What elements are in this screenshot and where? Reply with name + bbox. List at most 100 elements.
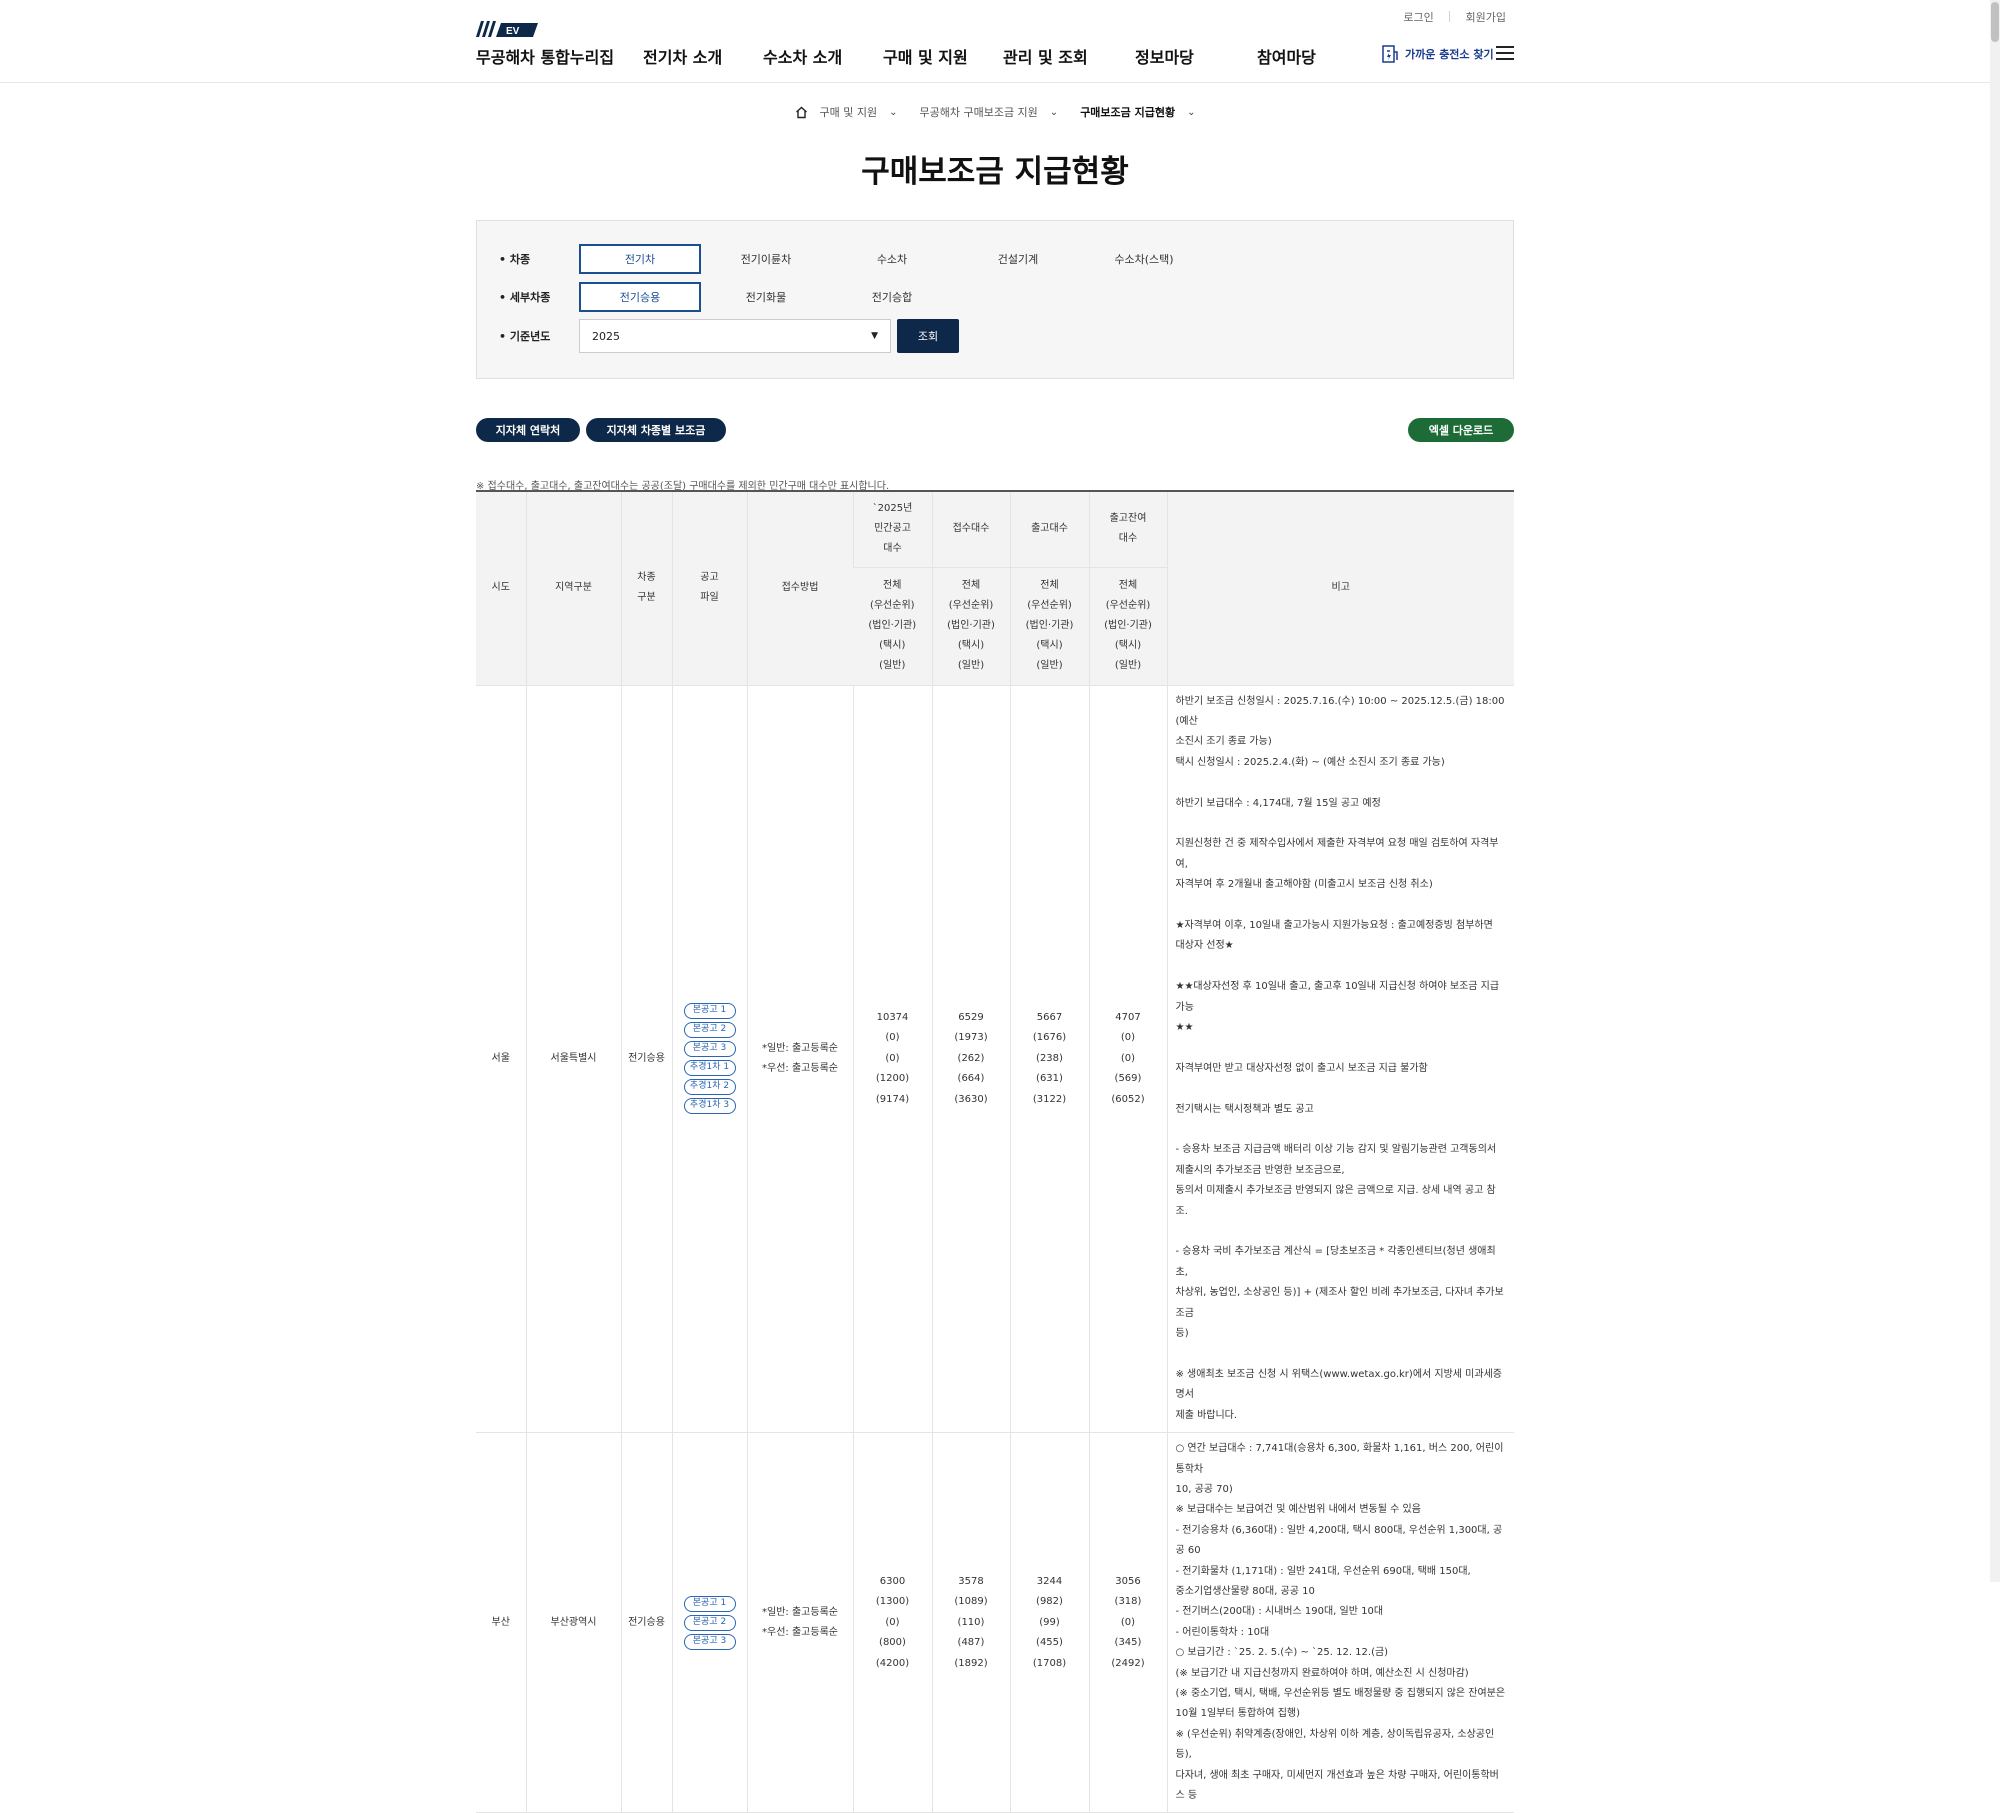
cell-sido: 서울: [476, 685, 526, 1434]
nav-ev-intro[interactable]: 전기차 소개: [643, 44, 763, 68]
site-name[interactable]: 무공해차 통합누리집: [476, 44, 614, 68]
option-passenger[interactable]: 전기승용: [579, 282, 701, 312]
search-button[interactable]: 조회: [897, 319, 959, 353]
sub-type-row: • 세부차종 전기승용 전기화물 전기승합: [499, 282, 957, 312]
year-select[interactable]: 2025 ▼: [579, 319, 891, 353]
count-value: 10374: [876, 1011, 909, 1023]
count-value: 4707: [1115, 1011, 1141, 1023]
notice-file-button[interactable]: 본공고 1: [683, 1595, 736, 1612]
ev-logo-icon[interactable]: EV: [476, 21, 538, 37]
notice-file-button[interactable]: 본공고 3: [683, 1041, 736, 1058]
region-subsidy-button[interactable]: 지자체 차종별 보조금: [586, 418, 726, 442]
cell-method: *일반: 출고등록순 *우선: 출고등록순: [746, 1432, 853, 1813]
logo-badge: EV: [506, 26, 520, 37]
header-region: 지역구분: [525, 490, 621, 686]
notice-file-button[interactable]: 본공고 3: [683, 1633, 736, 1650]
cell-remaining: 3056 (318) (0) (345) (2492): [1088, 1432, 1167, 1813]
header-notice-count: `2025년 민간공고 대수: [852, 490, 932, 568]
charger-finder-link[interactable]: 가까운 충전소 찾기: [1381, 44, 1494, 64]
notice-file-button[interactable]: 추경1차 1: [683, 1060, 736, 1077]
year-label: • 기준년도: [499, 330, 551, 343]
page-scrollbar[interactable]: [1990, 0, 2000, 1582]
cell-files: 본공고 1 본공고 2 본공고 3 추경1차 1 추경1차 2 추경1차 3: [671, 685, 747, 1434]
breadcrumb: 구매 및 지원 ⌄ 무공해차 구매보조금 지원 ⌄ 구매보조금 지급현황 ⌄: [0, 104, 1990, 120]
breadcrumb-current[interactable]: 구매보조금 지급현황: [1080, 104, 1175, 120]
excel-download-button[interactable]: 엑셀 다운로드: [1408, 418, 1514, 442]
chevron-down-icon[interactable]: ⌄: [1187, 107, 1195, 118]
option-van[interactable]: 전기승합: [831, 282, 953, 312]
option-construction[interactable]: 건설기계: [957, 244, 1079, 274]
cell-received: 6529 (1973) (262) (664) (3630): [931, 685, 1010, 1434]
subheader-notice: 전체 (우선순위) (법인·기관) (택시) (일반): [853, 567, 932, 686]
hamburger-menu-icon[interactable]: [1496, 46, 1514, 60]
count-value: (238): [1036, 1052, 1063, 1064]
option-cargo[interactable]: 전기화물: [705, 282, 827, 312]
chevron-down-icon[interactable]: ⌄: [1050, 107, 1058, 118]
count-value: (345): [1114, 1637, 1142, 1649]
search-panel: • 차종 전기차 전기이륜차 수소차 건설기계 수소차(스택) • 세부차종 전…: [476, 220, 1514, 379]
count-value: (455): [1036, 1637, 1063, 1649]
header-remark: 비고: [1166, 490, 1514, 686]
region-contact-button[interactable]: 지자체 연락처: [476, 418, 580, 442]
count-value: (3122): [1032, 1093, 1067, 1105]
count-value: (318): [1114, 1596, 1142, 1608]
notice-file-button[interactable]: 본공고 2: [683, 1022, 736, 1039]
notice-file-button[interactable]: 본공고 2: [683, 1614, 736, 1631]
count-value: 5667: [1036, 1011, 1063, 1023]
notice-file-button[interactable]: 본공고 1: [683, 1003, 736, 1020]
cell-type: 전기승용: [620, 1432, 672, 1813]
option-ev[interactable]: 전기차: [579, 244, 701, 274]
option-e-motorcycle[interactable]: 전기이륜차: [705, 244, 827, 274]
subheader-line: (우선순위): [869, 600, 915, 611]
home-icon[interactable]: [795, 106, 808, 119]
signup-link[interactable]: 회원가입: [1466, 9, 1506, 25]
subheader-line: 전체: [883, 580, 902, 591]
table-row: 서울 서울특별시 전기승용 본공고 1 본공고 2 본공고 3 추경1차 1 추…: [476, 685, 1514, 1434]
notice-file-button[interactable]: 추경1차 3: [683, 1098, 736, 1115]
cell-region: 서울특별시: [525, 685, 621, 1434]
utility-links: 로그인 | 회원가입: [1403, 9, 1506, 25]
login-link[interactable]: 로그인: [1403, 9, 1433, 25]
count-value: (1300): [875, 1596, 910, 1608]
subheader-line: (택시): [879, 640, 906, 651]
nav-participation[interactable]: 참여마당: [1257, 44, 1357, 68]
count-value: (0): [885, 1052, 900, 1064]
nav-info[interactable]: 정보마당: [1135, 44, 1257, 68]
count-value: (982): [1036, 1596, 1063, 1608]
count-value: (9174): [875, 1093, 910, 1105]
scrollbar-thumb[interactable]: [1991, 2, 1999, 42]
notice-file-button[interactable]: 추경1차 2: [683, 1079, 736, 1096]
main-nav: 전기차 소개 수소차 소개 구매 및 지원 관리 및 조회 정보마당 참여마당: [643, 44, 1357, 68]
subheader-line: (우선순위): [1027, 600, 1072, 611]
subheader-line: (법인·기관): [1025, 620, 1074, 631]
year-row: • 기준년도 2025 ▼ 조회: [499, 319, 959, 353]
subheader-line: (일반): [957, 660, 985, 671]
subheader-line: (법인·기관): [947, 620, 995, 631]
cell-remaining: 4707 (0) (0) (569) (6052): [1088, 685, 1167, 1434]
count-value: (4200): [875, 1657, 910, 1669]
subheader-line: (택시): [1036, 640, 1063, 651]
nav-manage-lookup[interactable]: 관리 및 조회: [1003, 44, 1135, 68]
subheader-line: 전체: [961, 580, 981, 591]
cell-files: 본공고 1 본공고 2 본공고 3: [671, 1432, 747, 1813]
chevron-down-icon[interactable]: ⌄: [889, 107, 897, 118]
breadcrumb-item-1[interactable]: 구매 및 지원: [820, 104, 878, 120]
cell-method: *일반: 출고등록순 *우선: 출고등록순: [746, 685, 853, 1434]
count-value: (99): [1039, 1616, 1060, 1628]
subheader-line: (택시): [957, 640, 985, 651]
option-hydrogen[interactable]: 수소차: [831, 244, 953, 274]
util-divider: |: [1447, 9, 1452, 22]
breadcrumb-item-2[interactable]: 무공해차 구매보조금 지원: [919, 104, 1037, 120]
nav-hydrogen-intro[interactable]: 수소차 소개: [763, 44, 883, 68]
option-hydrogen-stack[interactable]: 수소차(스택): [1083, 244, 1205, 274]
cell-type: 전기승용: [620, 685, 672, 1434]
header-released: 출고대수: [1009, 490, 1089, 568]
subheader-released: 전체 (우선순위) (법인·기관) (택시) (일반): [1009, 567, 1089, 686]
cell-released: 3244 (982) (99) (455) (1708): [1009, 1432, 1089, 1813]
count-value: (0): [1120, 1032, 1136, 1044]
nav-purchase-support[interactable]: 구매 및 지원: [883, 44, 1003, 68]
charger-icon: [1382, 45, 1398, 63]
subsidy-status-table: 시도 지역구분 차종 구분 공고 파일 접수방법 `2025년 민간공고 대수 접수대수…: [476, 490, 1514, 1813]
cell-received: 3578 (1089) (110) (487) (1892): [931, 1432, 1010, 1813]
cell-remark: ○ 연간 보급대수 : 7,741대(승용차 6,300, 화물차 1,161,…: [1166, 1432, 1514, 1813]
